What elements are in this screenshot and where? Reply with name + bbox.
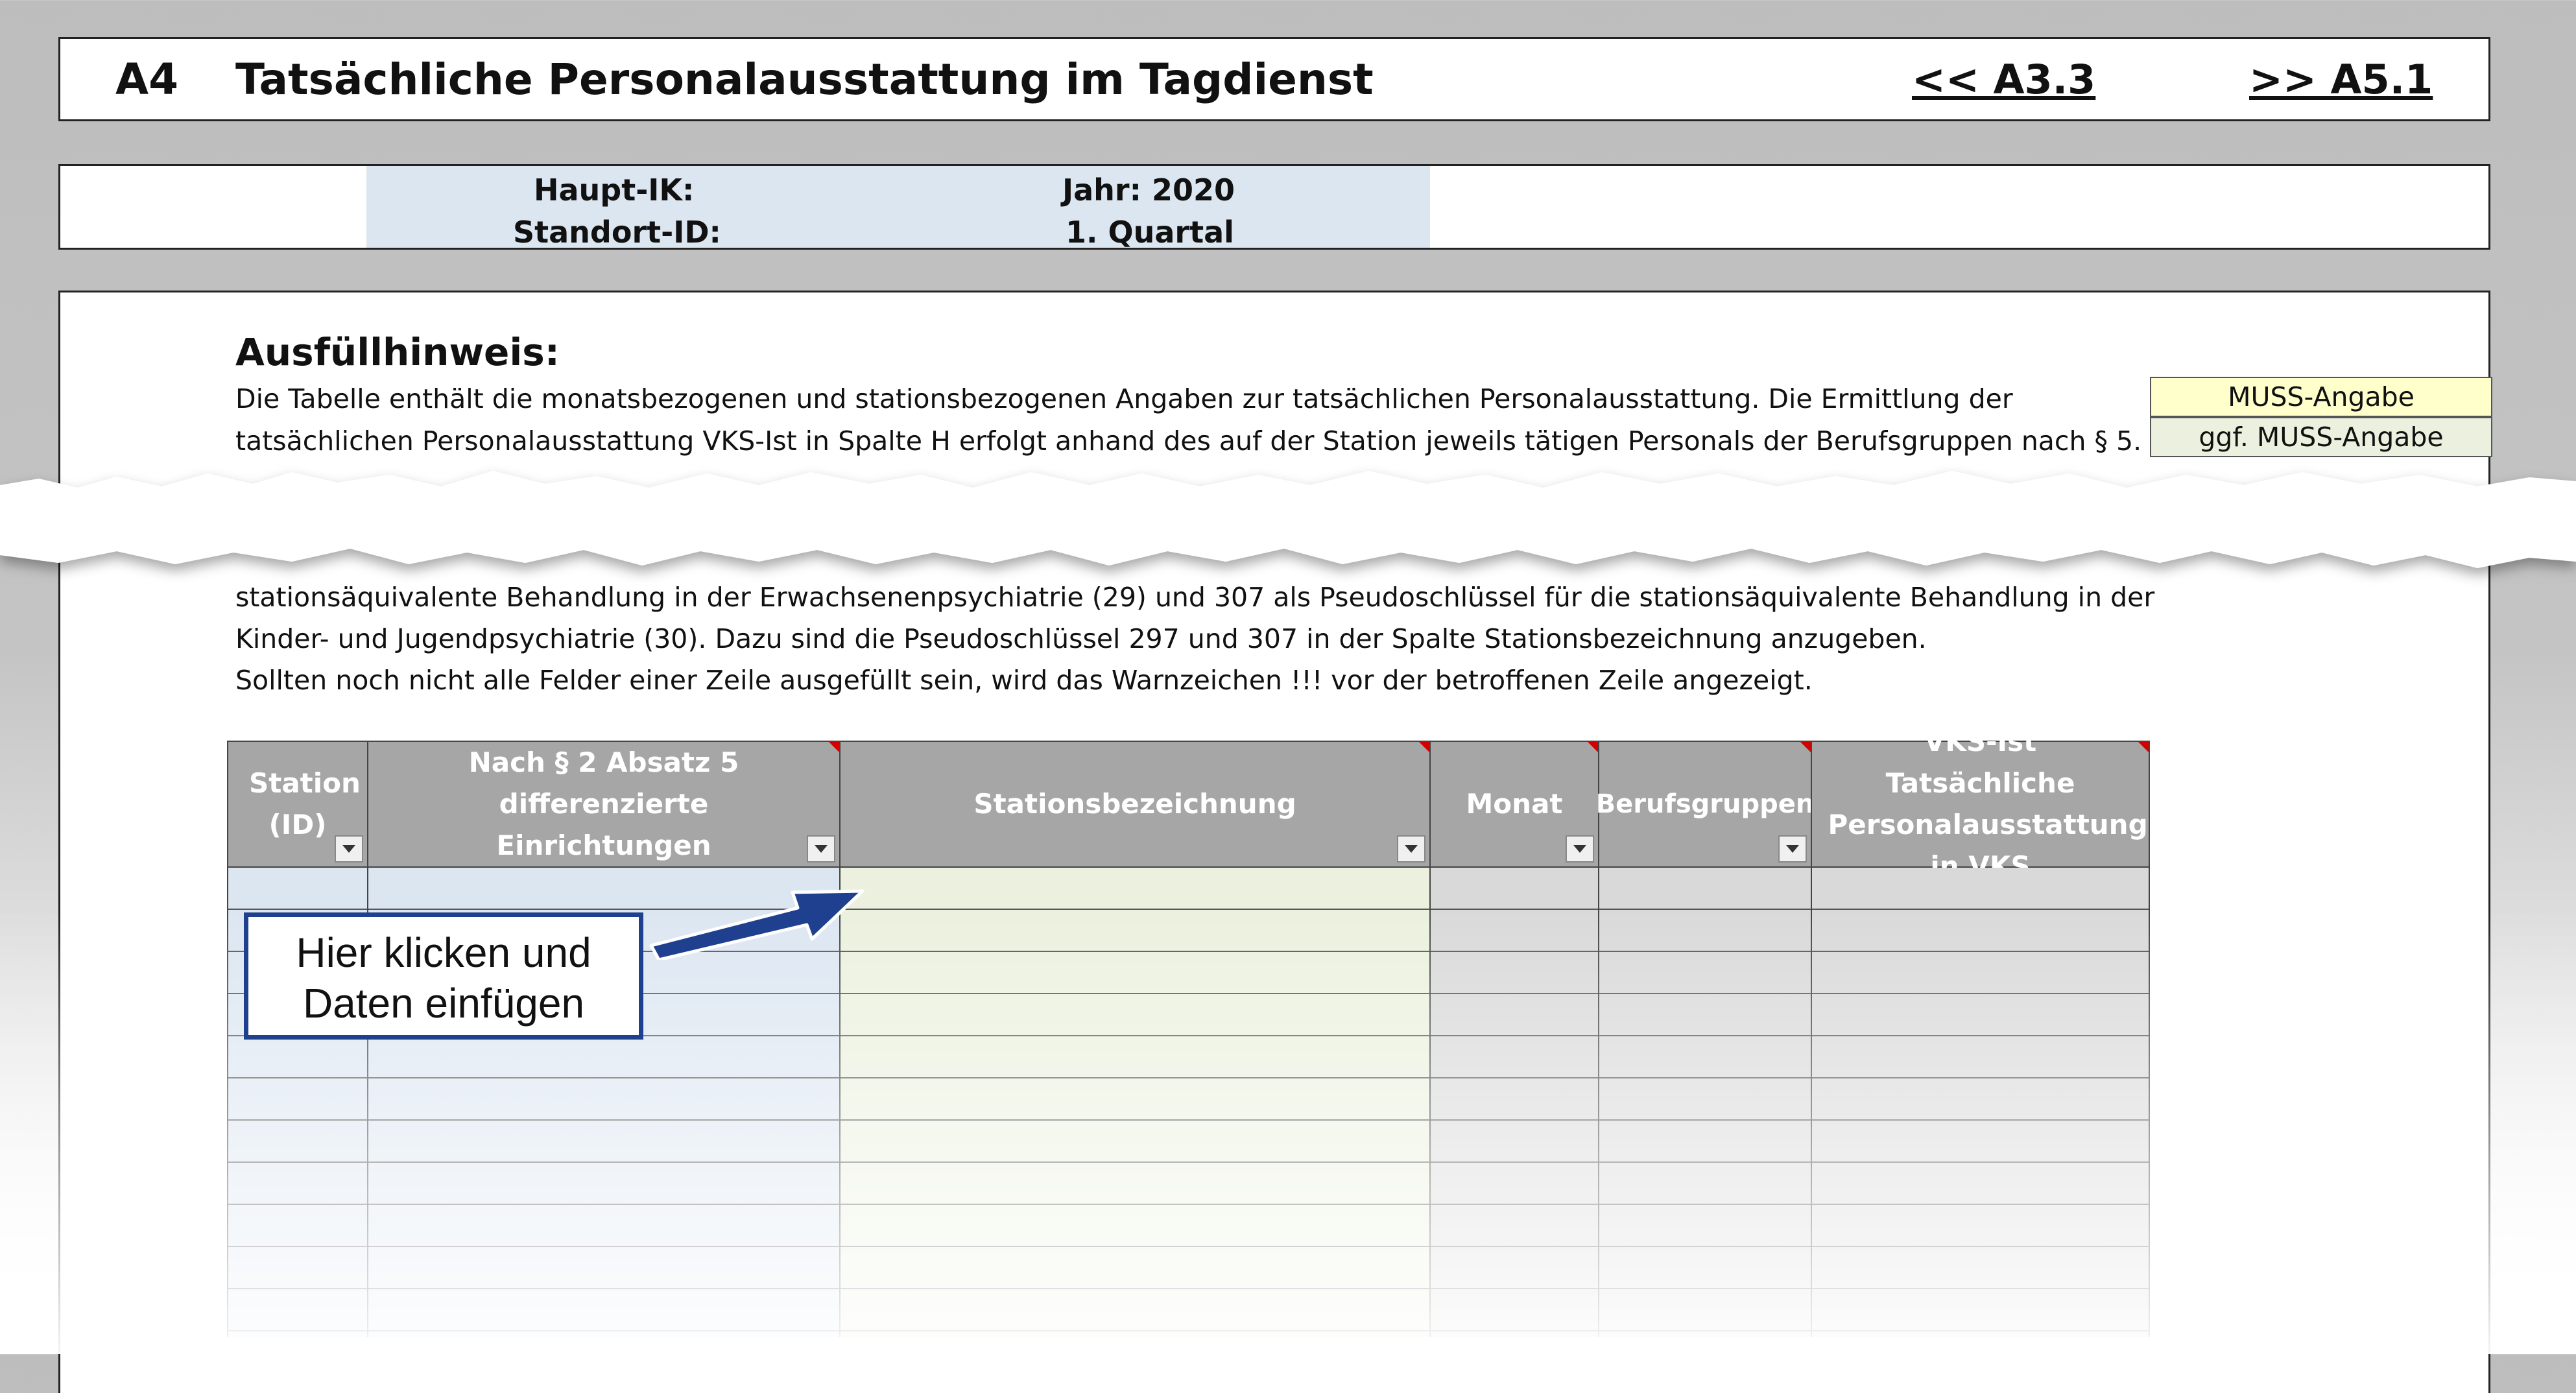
filter-dropdown-icon[interactable] (335, 835, 363, 863)
page-title: Tatsächliche Personalausstattung im Tagd… (235, 54, 1374, 104)
hint-line: Die Tabelle enthält die monatsbezogenen … (235, 383, 2013, 414)
col-header-station-id: Station (ID) (227, 741, 368, 868)
col-header-label: Berufsgruppen (1595, 789, 1815, 819)
filter-dropdown-icon[interactable] (1397, 835, 1425, 863)
year-label: Jahr: 2020 (1062, 173, 1235, 208)
comment-indicator-icon[interactable] (1800, 742, 1811, 752)
col-header-stationsbezeichnung: Stationsbezeichnung (839, 741, 1431, 868)
callout-line: Daten einfügen (302, 980, 585, 1027)
callout-line: Hier klicken und (296, 929, 591, 976)
comment-indicator-icon[interactable] (1588, 742, 1598, 752)
id-bar: Haupt-IK: Standort-ID: Jahr: 2020 1. Qua… (58, 164, 2490, 250)
hint-line: Kinder- und Jugendpsychiatrie (30). Dazu… (235, 623, 1927, 654)
col-header-label: Stationsbezeichnung (973, 788, 1296, 820)
filter-dropdown-icon[interactable] (1778, 835, 1807, 863)
callout-box: Hier klicken und Daten einfügen (244, 912, 643, 1040)
column-monat-cells[interactable] (1429, 868, 1599, 1337)
arrow-icon (649, 889, 865, 960)
legend-muss: MUSS-Angabe (2150, 377, 2492, 417)
col-header-label: Station (ID) (249, 767, 361, 840)
comment-indicator-icon[interactable] (2138, 742, 2149, 752)
haupt-ik-label: Haupt-IK: (534, 173, 695, 208)
title-bar: A4 Tatsächliche Personalausstattung im T… (58, 37, 2490, 121)
comment-indicator-icon[interactable] (829, 742, 839, 752)
hint-line: Sollten noch nicht alle Felder einer Zei… (235, 665, 1813, 696)
standort-id-label: Standort-ID: (513, 215, 721, 250)
filter-dropdown-icon[interactable] (1566, 835, 1594, 863)
col-header-berufsgruppen: Berufsgruppen (1595, 741, 1815, 868)
hint-title: Ausfüllhinweis: (235, 330, 560, 374)
col-header-label: VKS-Ist Tatsächliche Personalausstattung… (1828, 726, 2148, 882)
col-header-label: Monat (1466, 788, 1563, 820)
sheet-code: A4 (115, 54, 179, 104)
col-header-monat: Monat (1429, 741, 1599, 868)
filter-dropdown-icon[interactable] (807, 835, 835, 863)
link-next-sheet[interactable]: >> A5.1 (2249, 56, 2433, 103)
quarter-label: 1. Quartal (1066, 215, 1234, 250)
column-vks-ist-cells (1811, 868, 2150, 1337)
comment-indicator-icon[interactable] (1419, 742, 1429, 752)
col-header-vks-ist: VKS-Ist Tatsächliche Personalausstattung… (1811, 726, 2150, 882)
col-header-einrichtungen: Nach § 2 Absatz 5 differenzierte Einrich… (367, 741, 841, 868)
link-previous-sheet[interactable]: << A3.3 (1912, 56, 2095, 103)
col-header-label: Nach § 2 Absatz 5 differenzierte Einrich… (468, 746, 739, 861)
torn-paper-effect (0, 471, 2576, 568)
column-stationsbezeichnung-cells[interactable] (839, 868, 1431, 1337)
column-berufsgruppen-cells[interactable] (1598, 868, 1812, 1337)
